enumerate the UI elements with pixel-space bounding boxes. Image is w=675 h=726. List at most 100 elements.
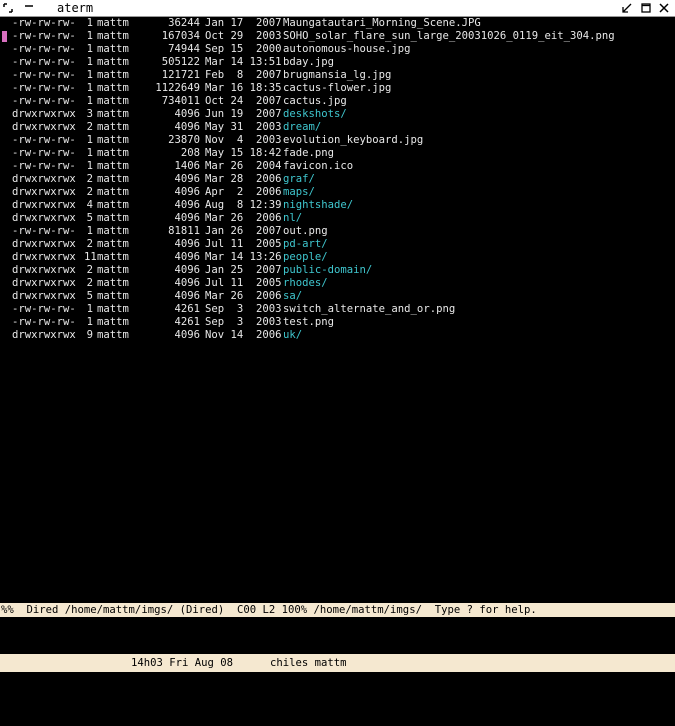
file-name-link[interactable]: favicon.ico: [283, 160, 353, 173]
directory-row[interactable]: drwxrwxrwx 3 mattm 4096 Jun 19 2007 deskshots…: [0, 108, 675, 121]
permissions-text: drwxrwxrwx: [12, 290, 76, 302]
owner-text: mattm: [97, 121, 129, 133]
owner-text: mattm: [97, 251, 129, 263]
permissions-text: drwxrwxrwx: [12, 264, 76, 276]
file-row[interactable]: -rw-rw-rw- 1 mattm 74944 Sep 15 2000 autonomo…: [0, 43, 675, 56]
file-row[interactable]: -rw-rw-rw- 1 mattm 4261 Sep 3 2003 switch_alt…: [0, 303, 675, 316]
file-size-text: 4096: [174, 264, 200, 276]
directory-name-link[interactable]: pd-art/: [283, 238, 328, 251]
directory-name-link[interactable]: deskshots/: [283, 108, 347, 121]
permissions-text: -rw-rw-rw-: [12, 303, 76, 315]
directory-row[interactable]: drwxrwxrwx 2 mattm 4096 Mar 28 2006 graf/: [0, 173, 675, 186]
modified-date-text: Mar 14 13:26: [205, 251, 282, 263]
directory-row[interactable]: drwxrwxrwx 9 mattm 4096 Nov 14 2006 uk/: [0, 329, 675, 342]
file-name-link[interactable]: autonomous-house.jpg: [283, 43, 411, 56]
maximize-icon[interactable]: [641, 3, 651, 13]
permissions-text: drwxrwxrwx: [12, 277, 76, 289]
directory-row[interactable]: drwxrwxrwx 5 mattm 4096 Mar 26 2006 nl/: [0, 212, 675, 225]
file-name-link[interactable]: out.png: [283, 225, 328, 238]
directory-row[interactable]: drwxrwxrwx 4 mattm 4096 Aug 8 12:39 nightshad…: [0, 199, 675, 212]
permissions-text: -rw-rw-rw-: [12, 82, 76, 94]
link-count-text: 2: [86, 238, 93, 250]
file-name-link[interactable]: switch_alternate_and_or.png: [283, 303, 455, 316]
permissions-text: -rw-rw-rw-: [12, 160, 76, 172]
file-name-link[interactable]: SOHO_solar_flare_sun_large_20031026_0119…: [283, 30, 615, 43]
permissions-text: -rw-rw-rw-: [12, 316, 76, 328]
file-row[interactable]: -rw-rw-rw- 1 mattm 734011 Oct 24 2007 cactus.…: [0, 95, 675, 108]
directory-name-link[interactable]: public-domain/: [283, 264, 372, 277]
modified-date-text: Nov 14 2006: [205, 329, 282, 341]
link-count-text: 1: [86, 56, 93, 68]
modified-date-text: Mar 16 18:35: [205, 82, 282, 94]
title-bar[interactable]: aterm: [0, 0, 675, 17]
directory-name-link[interactable]: nightshade/: [283, 199, 353, 212]
permissions-text: drwxrwxrwx: [12, 329, 76, 341]
file-name-link[interactable]: test.png: [283, 316, 334, 329]
close-icon[interactable]: [659, 3, 669, 13]
file-size-text: 1406: [174, 160, 200, 172]
directory-name-link[interactable]: dream/: [283, 121, 321, 134]
owner-text: mattm: [97, 238, 129, 250]
link-count-text: 5: [86, 212, 93, 224]
directory-name-link[interactable]: nl/: [283, 212, 302, 225]
file-size-text: 4261: [174, 303, 200, 315]
file-row[interactable]: -rw-rw-rw- 1 mattm 23870 Nov 4 2003 evolution…: [0, 134, 675, 147]
file-size-text: 81811: [168, 225, 200, 237]
modified-date-text: Jan 25 2007: [205, 264, 282, 276]
window-title: aterm: [57, 1, 94, 15]
owner-text: mattm: [97, 199, 129, 211]
directory-name-link[interactable]: uk/: [283, 329, 302, 342]
file-row[interactable]: -rw-rw-rw- 1 mattm 121721 Feb 8 2007 brugmans…: [0, 69, 675, 82]
file-row[interactable]: -rw-rw-rw- 1 mattm 505122 Mar 14 13:51 bday.j…: [0, 56, 675, 69]
directory-row[interactable]: drwxrwxrwx 11 mattm 4096 Mar 14 13:26 people/: [0, 251, 675, 264]
directory-row[interactable]: drwxrwxrwx 2 mattm 4096 May 31 2003 dream/: [0, 121, 675, 134]
directory-name-link[interactable]: rhodes/: [283, 277, 328, 290]
file-size-text: 4096: [174, 199, 200, 211]
file-size-text: 4096: [174, 186, 200, 198]
directory-name-link[interactable]: maps/: [283, 186, 315, 199]
directory-name-link[interactable]: people/: [283, 251, 328, 264]
file-row[interactable]: -rw-rw-rw- 1 mattm 1406 Mar 26 2004 favicon.i…: [0, 160, 675, 173]
dired-buffer[interactable]: -rw-rw-rw- 1 mattm 36244 Jan 17 2007 Maungata…: [0, 17, 675, 603]
permissions-text: drwxrwxrwx: [12, 251, 76, 263]
modified-date-text: Sep 3 2003: [205, 316, 282, 328]
file-name-link[interactable]: bday.jpg: [283, 56, 334, 69]
directory-name-link[interactable]: graf/: [283, 173, 315, 186]
file-size-text: 4096: [174, 290, 200, 302]
file-row[interactable]: -rw-rw-rw- 1 mattm 36244 Jan 17 2007 Maungata…: [0, 17, 675, 30]
file-name-link[interactable]: fade.png: [283, 147, 334, 160]
file-row[interactable]: -rw-rw-rw- 1 mattm 1122649 Mar 16 18:35 cactu…: [0, 82, 675, 95]
owner-text: mattm: [97, 134, 129, 146]
iconify-icon[interactable]: [24, 2, 34, 12]
directory-row[interactable]: drwxrwxrwx 2 mattm 4096 Jan 25 2007 public-do…: [0, 264, 675, 277]
file-row[interactable]: -rw-rw-rw- 1 mattm 4261 Sep 3 2003 test.png: [0, 316, 675, 329]
file-size-text: 4096: [174, 277, 200, 289]
file-name-link[interactable]: brugmansia_lg.jpg: [283, 69, 391, 82]
file-name-link[interactable]: cactus-flower.jpg: [283, 82, 391, 95]
owner-text: mattm: [97, 108, 129, 120]
modified-date-text: Mar 26 2006: [205, 290, 282, 302]
link-count-text: 1: [86, 82, 93, 94]
file-row[interactable]: -rw-rw-rw- 1 mattm 81811 Jan 26 2007 out.png: [0, 225, 675, 238]
link-count-text: 1: [86, 69, 93, 81]
owner-text: mattm: [97, 225, 129, 237]
file-name-link[interactable]: cactus.jpg: [283, 95, 347, 108]
file-name-link[interactable]: evolution_keyboard.jpg: [283, 134, 423, 147]
directory-row[interactable]: drwxrwxrwx 2 mattm 4096 Jul 11 2005 rhodes/: [0, 277, 675, 290]
file-row[interactable]: -rw-rw-rw- 1 mattm 167034 Oct 29 2003 SOHO_so…: [0, 30, 675, 43]
window-menu-icon[interactable]: [3, 3, 13, 13]
directory-row[interactable]: drwxrwxrwx 2 mattm 4096 Jul 11 2005 pd-art/: [0, 238, 675, 251]
link-count-text: 1: [86, 17, 93, 29]
directory-row[interactable]: drwxrwxrwx 2 mattm 4096 Apr 2 2006 maps/: [0, 186, 675, 199]
file-name-link[interactable]: Maungatautari_Morning_Scene.JPG: [283, 17, 481, 30]
directory-row[interactable]: drwxrwxrwx 5 mattm 4096 Mar 26 2006 sa/: [0, 290, 675, 303]
shade-icon[interactable]: [622, 3, 632, 13]
file-size-text: 4096: [174, 108, 200, 120]
terminal-window: aterm -rw-rw-rw- 1 mattm 36244 Jan 17 2007 Ma…: [0, 0, 675, 672]
file-row[interactable]: -rw-rw-rw- 1 mattm 208 May 15 18:42 fade.png: [0, 147, 675, 160]
directory-name-link[interactable]: sa/: [283, 290, 302, 303]
owner-text: mattm: [97, 30, 129, 42]
minibuffer[interactable]: [0, 617, 675, 654]
modified-date-text: Aug 8 12:39: [205, 199, 282, 211]
link-count-text: 2: [86, 173, 93, 185]
